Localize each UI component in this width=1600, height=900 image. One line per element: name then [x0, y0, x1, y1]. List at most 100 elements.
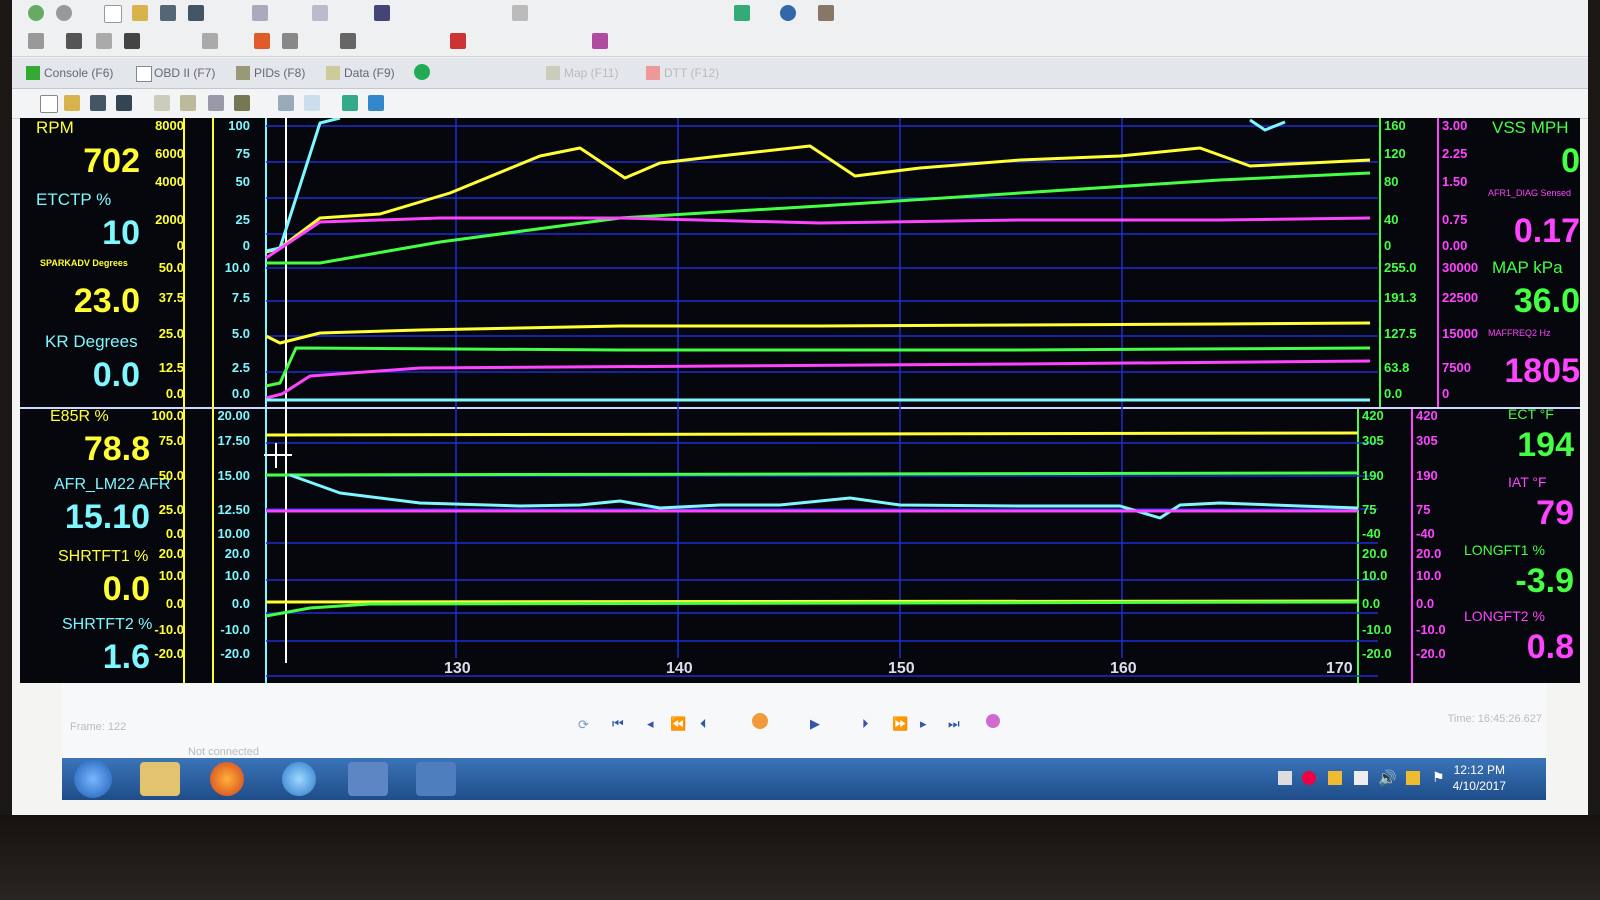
fast-forward-icon[interactable]: ⏩ — [892, 716, 908, 732]
left-gauge-value: 10 — [102, 214, 140, 252]
save-as-icon[interactable] — [188, 5, 204, 21]
step-forward-icon[interactable]: ▸ — [920, 716, 927, 732]
copy-icon[interactable] — [304, 95, 320, 111]
tray-security-icon[interactable] — [1302, 771, 1316, 785]
chip-icon[interactable] — [124, 33, 140, 49]
house-icon[interactable] — [340, 33, 356, 49]
layout-icon[interactable] — [154, 95, 170, 111]
marker-icon[interactable] — [986, 714, 1000, 728]
next-mark-icon[interactable]: ⏵ — [862, 716, 869, 732]
left-gauge-label: SHRTFT2 % — [62, 616, 153, 633]
start-button-icon[interactable] — [74, 760, 112, 798]
first-frame-icon[interactable]: ⏮ — [612, 716, 624, 732]
axis-tick-yellow: -10.0 — [154, 622, 184, 637]
play-icon[interactable]: ▶ — [810, 716, 820, 732]
axis-tick-magenta: 420 — [1416, 408, 1438, 423]
axis-tick-cyan: -10.0 — [220, 622, 250, 637]
hptuners-editor-taskbar-icon[interactable] — [416, 762, 456, 796]
right-gauge-value: 79 — [1536, 494, 1574, 532]
gauge-icon[interactable] — [414, 64, 430, 80]
zoom-icon[interactable] — [208, 95, 224, 111]
tray-update-icon[interactable] — [1328, 771, 1342, 785]
axis-tick-magenta: 2.25 — [1442, 146, 1468, 161]
clock-date: 4/10/2017 — [1452, 779, 1506, 793]
tray-network-icon[interactable] — [1354, 771, 1368, 785]
rewind-icon[interactable]: ⏪ — [670, 716, 686, 732]
pen-icon[interactable] — [818, 5, 834, 21]
tab-obd[interactable]: OBD II (F7) — [134, 63, 249, 83]
grid-icon[interactable] — [278, 95, 294, 111]
config-icon[interactable] — [28, 33, 44, 49]
tray-power-icon[interactable] — [1406, 771, 1420, 785]
axis-tick-cyan: 2.5 — [231, 360, 250, 375]
axis-tick-magenta: 75 — [1416, 502, 1431, 517]
colors-icon[interactable] — [342, 95, 358, 111]
axis-tick-magenta: -10.0 — [1416, 622, 1446, 637]
axis-tick-green: 190 — [1362, 468, 1384, 483]
checkbox-icon[interactable] — [66, 33, 82, 49]
volume-icon[interactable]: 🔊 — [1378, 769, 1397, 787]
axis-tick-magenta: 0 — [1442, 386, 1450, 401]
filter-icon[interactable] — [96, 33, 112, 49]
action-center-flag-icon[interactable]: ⚑ — [1432, 769, 1445, 786]
line-style-icon[interactable] — [368, 95, 384, 111]
arrow-right-icon[interactable] — [282, 33, 298, 49]
tab-map[interactable]: Map (F11) — [544, 63, 654, 83]
o2-sensor-icon[interactable] — [202, 33, 218, 49]
dashboard-icon[interactable] — [734, 5, 750, 21]
save-chart-as-icon[interactable] — [116, 95, 132, 111]
right-gauge-value: -3.9 — [1515, 562, 1574, 600]
tab-dtt[interactable]: DTT (F12) — [644, 63, 754, 83]
right-gauge-label: MAP kPa — [1492, 258, 1563, 277]
axis-tick-magenta: 0.00 — [1442, 238, 1468, 253]
arrow-left-icon[interactable] — [254, 33, 270, 49]
step-back-icon[interactable]: ◂ — [647, 716, 654, 732]
tools-icon[interactable] — [512, 5, 528, 21]
bug-icon[interactable] — [592, 33, 608, 49]
trace-e85 — [265, 431, 1359, 437]
axis-tick-cyan: 25 — [235, 212, 250, 227]
right-gauge-label: LONGFT2 % — [1464, 608, 1545, 624]
axis-tick-magenta: 1.50 — [1442, 174, 1468, 189]
axis-tick-yellow: 0.0 — [165, 526, 184, 541]
record-icon[interactable] — [752, 713, 768, 729]
prev-mark-icon[interactable]: ⏴ — [700, 716, 707, 732]
print-icon[interactable] — [252, 5, 268, 21]
axis-tick-green: 0.0 — [1362, 596, 1381, 611]
save-chart-icon[interactable] — [90, 95, 106, 111]
new-chart-icon[interactable] — [40, 95, 58, 113]
search-icon[interactable] — [312, 5, 328, 21]
tab-data[interactable]: Data (F9) — [324, 63, 424, 83]
axis-tick-yellow: 0 — [176, 238, 184, 253]
flag-icon[interactable] — [450, 33, 466, 49]
axis-tick-green: 420 — [1362, 408, 1384, 423]
ie-taskbar-icon[interactable] — [282, 762, 316, 796]
right-gauge-label: LONGFT1 % — [1464, 542, 1545, 558]
open-file-icon[interactable] — [132, 5, 148, 21]
scanner-icon[interactable] — [374, 5, 390, 21]
x-axis-tick: 150 — [888, 660, 915, 677]
right-gauge-label: IAT °F — [1508, 474, 1547, 490]
refresh-icon[interactable]: ⟳ — [578, 717, 589, 733]
new-file-icon[interactable] — [104, 5, 122, 23]
axis-tick-yellow: 75.0 — [158, 433, 184, 448]
hptuners-scanner-taskbar-icon[interactable] — [348, 762, 388, 796]
time-label: Time: 16:45:26.627 — [1447, 713, 1542, 725]
taskbar-clock[interactable]: 12:12 PM 4/10/2017 — [1453, 762, 1506, 794]
globe-icon[interactable] — [780, 5, 796, 21]
disconnect-icon[interactable] — [56, 5, 72, 21]
axis-tick-yellow: 50.0 — [158, 468, 184, 483]
edit-layout-icon[interactable] — [180, 95, 196, 111]
x-axis-tick: 140 — [666, 660, 693, 677]
tab-console[interactable]: Console (F6) — [24, 63, 144, 83]
save-icon[interactable] — [160, 5, 176, 21]
explorer-taskbar-icon[interactable] — [140, 762, 180, 796]
axis-tick-green: 127.5 — [1384, 326, 1417, 341]
tray-app-icon[interactable] — [1278, 771, 1292, 785]
connect-icon[interactable] — [28, 5, 44, 21]
last-frame-icon[interactable]: ⏭ — [948, 716, 960, 732]
open-chart-icon[interactable] — [64, 95, 80, 111]
frame-label: Frame: 122 — [70, 721, 127, 733]
settings-icon[interactable] — [234, 95, 250, 111]
firefox-taskbar-icon[interactable] — [210, 762, 244, 796]
